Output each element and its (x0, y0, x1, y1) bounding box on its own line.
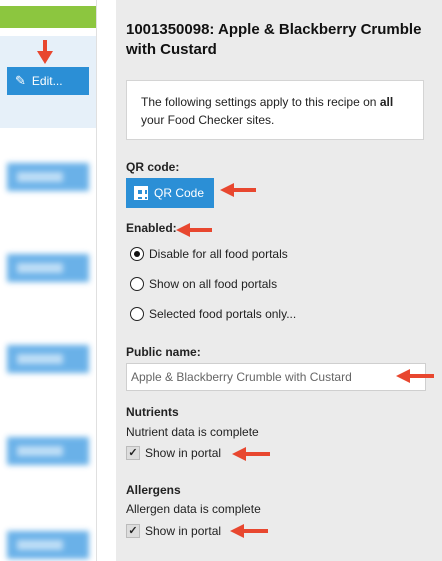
edit-button-blurred[interactable] (7, 437, 89, 465)
public-name-input[interactable] (126, 363, 426, 391)
allergens-status: Allergen data is complete (126, 502, 261, 516)
public-name-label: Public name: (126, 345, 201, 359)
enabled-label: Enabled: (126, 221, 177, 235)
checkbox-checked-icon[interactable]: ✓ (126, 446, 140, 460)
pencil-icon: ✎ (15, 73, 26, 88)
radio-selected-only[interactable]: Selected food portals only... (130, 307, 296, 321)
radio-show-all[interactable]: Show on all food portals (130, 277, 277, 291)
qr-code-button[interactable]: QR Code (126, 178, 214, 208)
edit-button[interactable]: ✎ Edit... (7, 67, 89, 95)
edit-button-blurred[interactable] (7, 345, 89, 373)
status-bar (0, 6, 96, 28)
panel-divider (96, 0, 97, 561)
checkbox-label: Show in portal (145, 446, 222, 460)
annotation-arrow-down-icon (37, 40, 53, 64)
radio-button[interactable] (130, 247, 144, 261)
edit-button-blurred[interactable] (7, 254, 89, 282)
radio-label: Show on all food portals (149, 277, 278, 291)
recipe-title: 1001350098: Apple & Blackberry Crumble w… (126, 21, 422, 58)
annotation-arrow-left-icon (396, 369, 434, 383)
allergens-label: Allergens (126, 483, 181, 497)
note-text: The following settings apply to this rec… (141, 95, 380, 109)
edit-button-blurred[interactable] (7, 531, 89, 559)
radio-button[interactable] (130, 277, 144, 291)
nutrients-label: Nutrients (126, 405, 179, 419)
note-text-end: your Food Checker sites. (141, 113, 275, 127)
recipe-settings-panel: 1001350098: Apple & Blackberry Crumble w… (116, 0, 442, 561)
qr-icon (134, 186, 148, 200)
checkbox-label: Show in portal (145, 524, 222, 538)
recipe-list: ✎ Edit... (0, 0, 96, 561)
edit-button-label: Edit... (31, 74, 63, 88)
radio-label: Selected food portals only... (149, 307, 297, 321)
annotation-arrow-left-icon (220, 183, 256, 197)
annotation-arrow-left-icon (230, 524, 268, 538)
nutrients-status: Nutrient data is complete (126, 425, 259, 439)
allergens-show-checkbox[interactable]: ✓ Show in portal (126, 524, 221, 538)
radio-button[interactable] (130, 307, 144, 321)
checkbox-checked-icon[interactable]: ✓ (126, 524, 140, 538)
qr-code-label: QR code: (126, 160, 180, 174)
annotation-arrow-left-icon (232, 447, 270, 461)
note-emphasis: all (379, 95, 394, 109)
qr-code-button-label: QR Code (154, 186, 205, 200)
info-note: The following settings apply to this rec… (126, 80, 424, 140)
edit-button-blurred[interactable] (7, 163, 89, 191)
annotation-arrow-left-icon (176, 223, 212, 237)
nutrients-show-checkbox[interactable]: ✓ Show in portal (126, 446, 221, 460)
radio-label: Disable for all food portals (149, 247, 288, 261)
radio-disable-all[interactable]: Disable for all food portals (130, 247, 288, 261)
